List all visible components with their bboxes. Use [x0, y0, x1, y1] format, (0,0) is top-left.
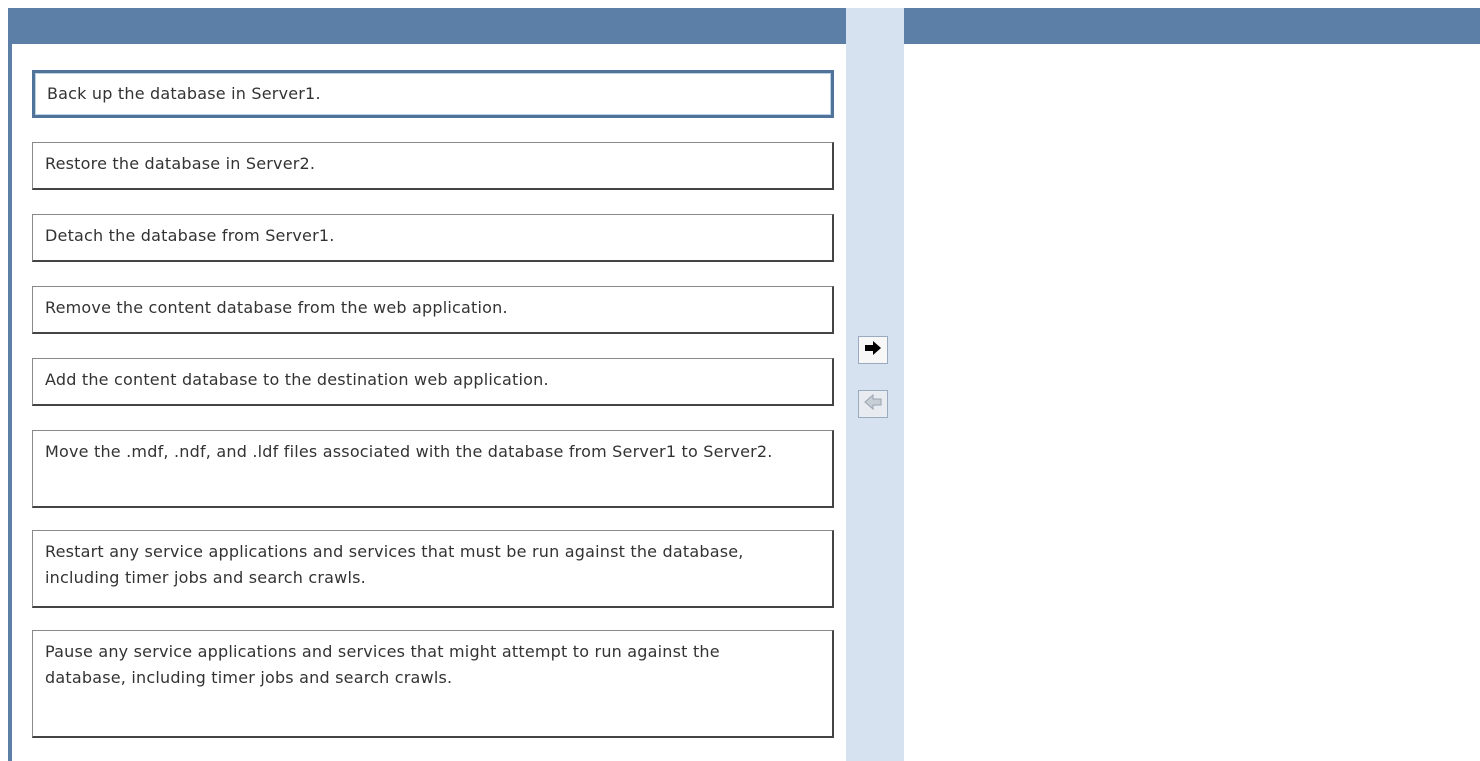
arrow-left-icon	[864, 393, 882, 414]
source-item-8[interactable]: Pause any service applications and servi…	[32, 630, 834, 738]
arrow-right-icon	[864, 340, 882, 360]
source-item-5[interactable]: Add the content database to the destinat…	[32, 358, 834, 406]
source-item-label: Restart any service applications and ser…	[45, 542, 744, 587]
source-item-6[interactable]: Move the .mdf, .ndf, and .ldf files asso…	[32, 430, 834, 508]
source-item-4[interactable]: Remove the content database from the web…	[32, 286, 834, 334]
source-item-label: Restore the database in Server2.	[45, 154, 316, 173]
source-item-label: Add the content database to the destinat…	[45, 370, 549, 389]
source-item-label: Detach the database from Server1.	[45, 226, 335, 245]
move-left-button[interactable]	[858, 390, 888, 418]
source-item-label: Back up the database in Server1.	[47, 84, 321, 103]
source-item-7[interactable]: Restart any service applications and ser…	[32, 530, 834, 608]
move-controls-column	[846, 8, 904, 761]
move-right-button[interactable]	[858, 336, 888, 364]
source-item-label: Remove the content database from the web…	[45, 298, 508, 317]
source-item-1[interactable]: Back up the database in Server1.	[32, 70, 834, 118]
source-item-3[interactable]: Detach the database from Server1.	[32, 214, 834, 262]
source-item-label: Pause any service applications and servi…	[45, 642, 720, 687]
source-panel-header	[12, 8, 846, 44]
target-list-panel	[904, 8, 1480, 761]
source-item-label: Move the .mdf, .ndf, and .ldf files asso…	[45, 442, 773, 461]
target-panel-header	[904, 8, 1480, 44]
source-list-panel: Back up the database in Server1. Restore…	[8, 8, 846, 761]
page-left-edge	[0, 0, 8, 761]
source-item-2[interactable]: Restore the database in Server2.	[32, 142, 834, 190]
